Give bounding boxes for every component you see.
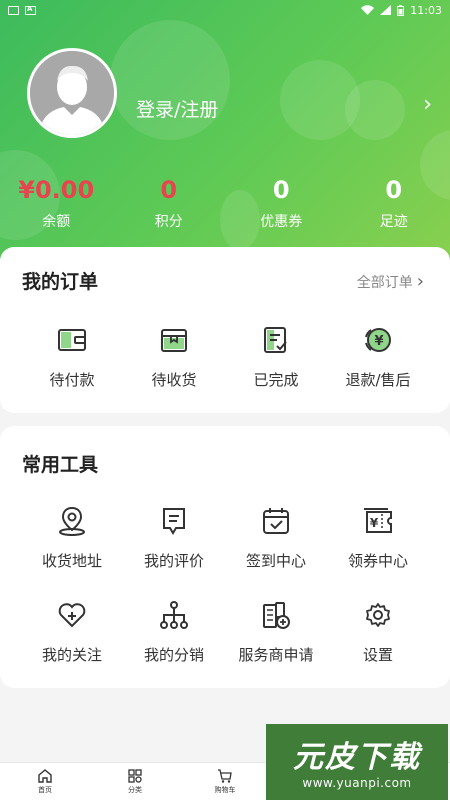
all-orders-link[interactable]: 全部订单 › (357, 271, 424, 292)
stat-points-label: 积分 (154, 214, 183, 230)
nav-cart[interactable]: 购物车 (180, 763, 270, 800)
watermark-brand: 元皮下载 (293, 740, 421, 775)
stat-footprint-value: 0 (385, 176, 403, 204)
wallet-icon (58, 329, 86, 351)
watermark-logo: 元皮下载 www.yuanpi.com (266, 724, 448, 800)
stat-footprint-label: 足迹 (379, 214, 408, 230)
gear-icon (366, 603, 390, 627)
app-notification-icon (25, 5, 36, 15)
tool-settings-label: 设置 (362, 646, 393, 664)
login-register-link[interactable]: 登录/注册 (136, 95, 218, 122)
chevron-right-icon[interactable]: › (423, 92, 432, 117)
tool-following-label: 我的关注 (41, 646, 102, 664)
tool-checkin-label: 签到中心 (245, 552, 306, 570)
nav-cart-label: 购物车 (214, 786, 236, 794)
comment-icon (163, 508, 185, 535)
package-icon (161, 329, 187, 352)
tool-coupon-center[interactable]: ¥ 领券中心 (322, 504, 434, 571)
orders-title: 我的订单 (22, 271, 99, 293)
tool-distribution-label: 我的分销 (143, 646, 204, 664)
stat-points-value: 0 (160, 176, 178, 204)
image-notification-icon (8, 5, 19, 15)
order-pending-payment-label: 待付款 (49, 371, 95, 389)
nav-category[interactable]: 分类 (90, 763, 180, 800)
checklist-icon (264, 327, 287, 353)
order-pending-receipt-label: 待收货 (151, 371, 197, 389)
tool-address[interactable]: 收货地址 (16, 504, 128, 571)
stat-coupons[interactable]: 0 优惠券 (225, 175, 338, 231)
nav-home-label: 首页 (38, 786, 52, 794)
order-completed-label: 已完成 (253, 371, 299, 389)
stat-footprint[interactable]: 0 足迹 (338, 175, 450, 231)
svg-text:¥: ¥ (370, 516, 379, 530)
battery-icon (397, 4, 405, 16)
stat-coupons-label: 优惠券 (260, 214, 303, 230)
tool-reviews-label: 我的评价 (143, 552, 204, 570)
nav-home[interactable]: 首页 (0, 763, 90, 800)
all-orders-label: 全部订单 (356, 274, 413, 291)
status-bar: 11:03 (0, 0, 450, 20)
share-tree-icon (160, 601, 188, 629)
cart-icon (218, 769, 232, 783)
watermark-url: www.yuanpi.com (302, 776, 412, 790)
avatar[interactable] (27, 48, 117, 138)
home-icon (38, 769, 52, 783)
stats-row: ¥0.00 余额 0 积分 0 优惠券 0 足迹 (0, 175, 450, 231)
order-pending-payment[interactable]: 待付款 (16, 323, 128, 390)
signal-icon (380, 5, 392, 15)
orders-card: 我的订单 全部订单 › 待付款 待收货 已完成 ¥ 退款/售后 (0, 247, 450, 413)
stat-points[interactable]: 0 积分 (113, 175, 226, 231)
coupon-icon: ¥ (364, 508, 392, 533)
tool-provider-apply-label: 服务商申请 (238, 646, 314, 664)
tool-coupon-center-label: 领券中心 (347, 552, 408, 570)
building-add-icon (263, 602, 290, 629)
tools-card: 常用工具 收货地址 我的评价 签到中心 ¥ 领券中心 我的关注 我的分销 服务商… (0, 426, 450, 688)
order-refund-label: 退款/售后 (345, 371, 411, 389)
svg-text:¥: ¥ (374, 334, 383, 349)
category-icon (128, 769, 142, 783)
stat-balance-value: ¥0.00 (18, 176, 95, 204)
tool-provider-apply[interactable]: 服务商申请 (220, 598, 332, 665)
tool-address-label: 收货地址 (41, 552, 102, 570)
order-completed[interactable]: 已完成 (220, 323, 332, 390)
tool-distribution[interactable]: 我的分销 (118, 598, 230, 665)
tool-checkin[interactable]: 签到中心 (220, 504, 332, 571)
chevron-right-icon: › (416, 271, 424, 292)
default-avatar-icon (30, 51, 114, 135)
stat-balance-label: 余额 (42, 214, 71, 230)
tool-settings[interactable]: 设置 (322, 598, 434, 665)
heart-plus-icon (58, 603, 86, 628)
status-time: 11:03 (410, 3, 442, 17)
stat-coupons-value: 0 (272, 176, 290, 204)
refund-icon: ¥ (365, 328, 391, 352)
order-pending-receipt[interactable]: 待收货 (118, 323, 230, 390)
tool-reviews[interactable]: 我的评价 (118, 504, 230, 571)
tools-title: 常用工具 (22, 454, 99, 476)
order-refund[interactable]: ¥ 退款/售后 (322, 323, 434, 390)
wifi-icon (361, 5, 375, 15)
nav-category-label: 分类 (128, 786, 142, 794)
stat-balance[interactable]: ¥0.00 余额 (0, 175, 113, 231)
calendar-check-icon (263, 508, 289, 534)
location-pin-icon (59, 506, 85, 536)
tool-following[interactable]: 我的关注 (16, 598, 128, 665)
